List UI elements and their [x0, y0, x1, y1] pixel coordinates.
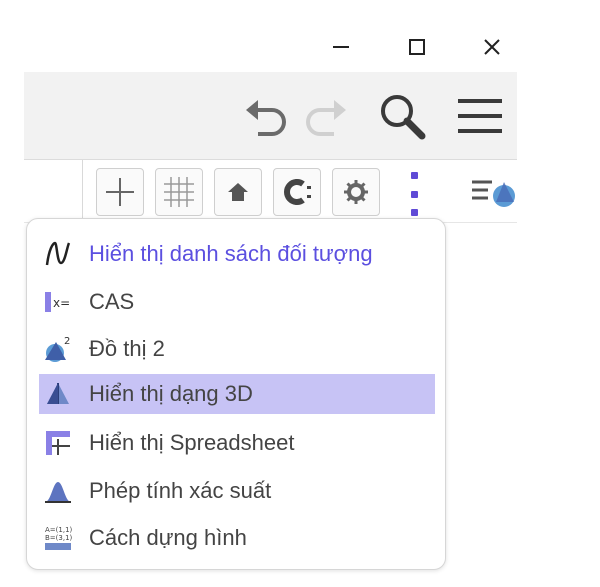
- view-menu-button[interactable]: [470, 172, 517, 212]
- maximize-button[interactable]: [397, 30, 437, 64]
- menu-item-label: Phép tính xác suất: [89, 478, 272, 503]
- search-icon: [381, 95, 426, 140]
- svg-text:2: 2: [64, 336, 70, 347]
- menu-item-label: CAS: [89, 289, 135, 314]
- algebra-icon: [41, 238, 75, 270]
- maximize-icon: [409, 39, 425, 55]
- toggle-axes-button[interactable]: [96, 168, 144, 216]
- menu-item-3d-view[interactable]: Hiển thị dạng 3D: [39, 374, 435, 414]
- undo-button[interactable]: [242, 92, 290, 140]
- main-menu-button[interactable]: [452, 90, 508, 142]
- more-vert-icon-dot: [410, 209, 418, 216]
- top-toolbar: [24, 72, 517, 160]
- 3d-icon: [41, 378, 75, 410]
- home-icon: [228, 183, 248, 201]
- views-popup-menu: Hiển thị danh sách đối tượng x= CAS 2 Đồ…: [26, 218, 446, 570]
- toggle-grid-button[interactable]: [155, 168, 203, 216]
- c-icon: [284, 179, 311, 205]
- svg-text:x=: x=: [53, 296, 70, 310]
- spreadsheet-icon: [41, 427, 75, 459]
- close-button[interactable]: [472, 30, 512, 64]
- redo-icon: [306, 100, 346, 136]
- stylebar-divider: [82, 160, 83, 222]
- menu-item-graphics2[interactable]: 2 Đồ thị 2: [39, 329, 435, 369]
- cas-icon: x=: [41, 286, 75, 318]
- view-menu-icon: [472, 180, 515, 207]
- more-vert-icon-dot: [410, 172, 418, 179]
- menu-item-probability[interactable]: Phép tính xác suất: [39, 471, 435, 511]
- settings-button[interactable]: [332, 168, 380, 216]
- close-icon: [484, 39, 500, 55]
- svg-text:A=(1,1): A=(1,1): [45, 526, 73, 534]
- menu-item-label: Hiển thị Spreadsheet: [89, 430, 295, 455]
- search-button[interactable]: [374, 88, 430, 144]
- menu-item-algebra-view[interactable]: Hiển thị danh sách đối tượng: [39, 234, 435, 274]
- svg-text:B=(3,1): B=(3,1): [45, 534, 73, 542]
- axes-icon: [106, 178, 134, 206]
- graphics2-icon: 2: [41, 333, 75, 365]
- construction-protocol-icon: A=(1,1) B=(3,1): [41, 522, 75, 554]
- minimize-button[interactable]: [322, 30, 362, 64]
- redo-button[interactable]: [302, 92, 350, 140]
- menu-item-label: Cách dựng hình: [89, 525, 247, 550]
- point-capturing-button[interactable]: [273, 168, 321, 216]
- more-options-button[interactable]: [402, 172, 426, 216]
- menu-item-cas[interactable]: x= CAS: [39, 282, 435, 322]
- menu-item-spreadsheet[interactable]: Hiển thị Spreadsheet: [39, 423, 435, 463]
- menu-icon: [458, 99, 502, 133]
- more-vert-icon-dot: [410, 190, 418, 198]
- menu-item-label: Đồ thị 2: [89, 336, 165, 361]
- menu-item-label: Hiển thị dạng 3D: [89, 381, 253, 406]
- menu-item-construction-protocol[interactable]: A=(1,1) B=(3,1) Cách dựng hình: [39, 518, 435, 558]
- standard-view-button[interactable]: [214, 168, 262, 216]
- probability-icon: [41, 475, 75, 507]
- menu-item-label: Hiển thị danh sách đối tượng: [89, 241, 373, 266]
- gear-icon: [344, 180, 368, 204]
- grid-icon: [164, 177, 194, 207]
- minimize-icon: [333, 46, 349, 48]
- undo-icon: [246, 100, 286, 136]
- graphics-style-bar: [24, 160, 517, 223]
